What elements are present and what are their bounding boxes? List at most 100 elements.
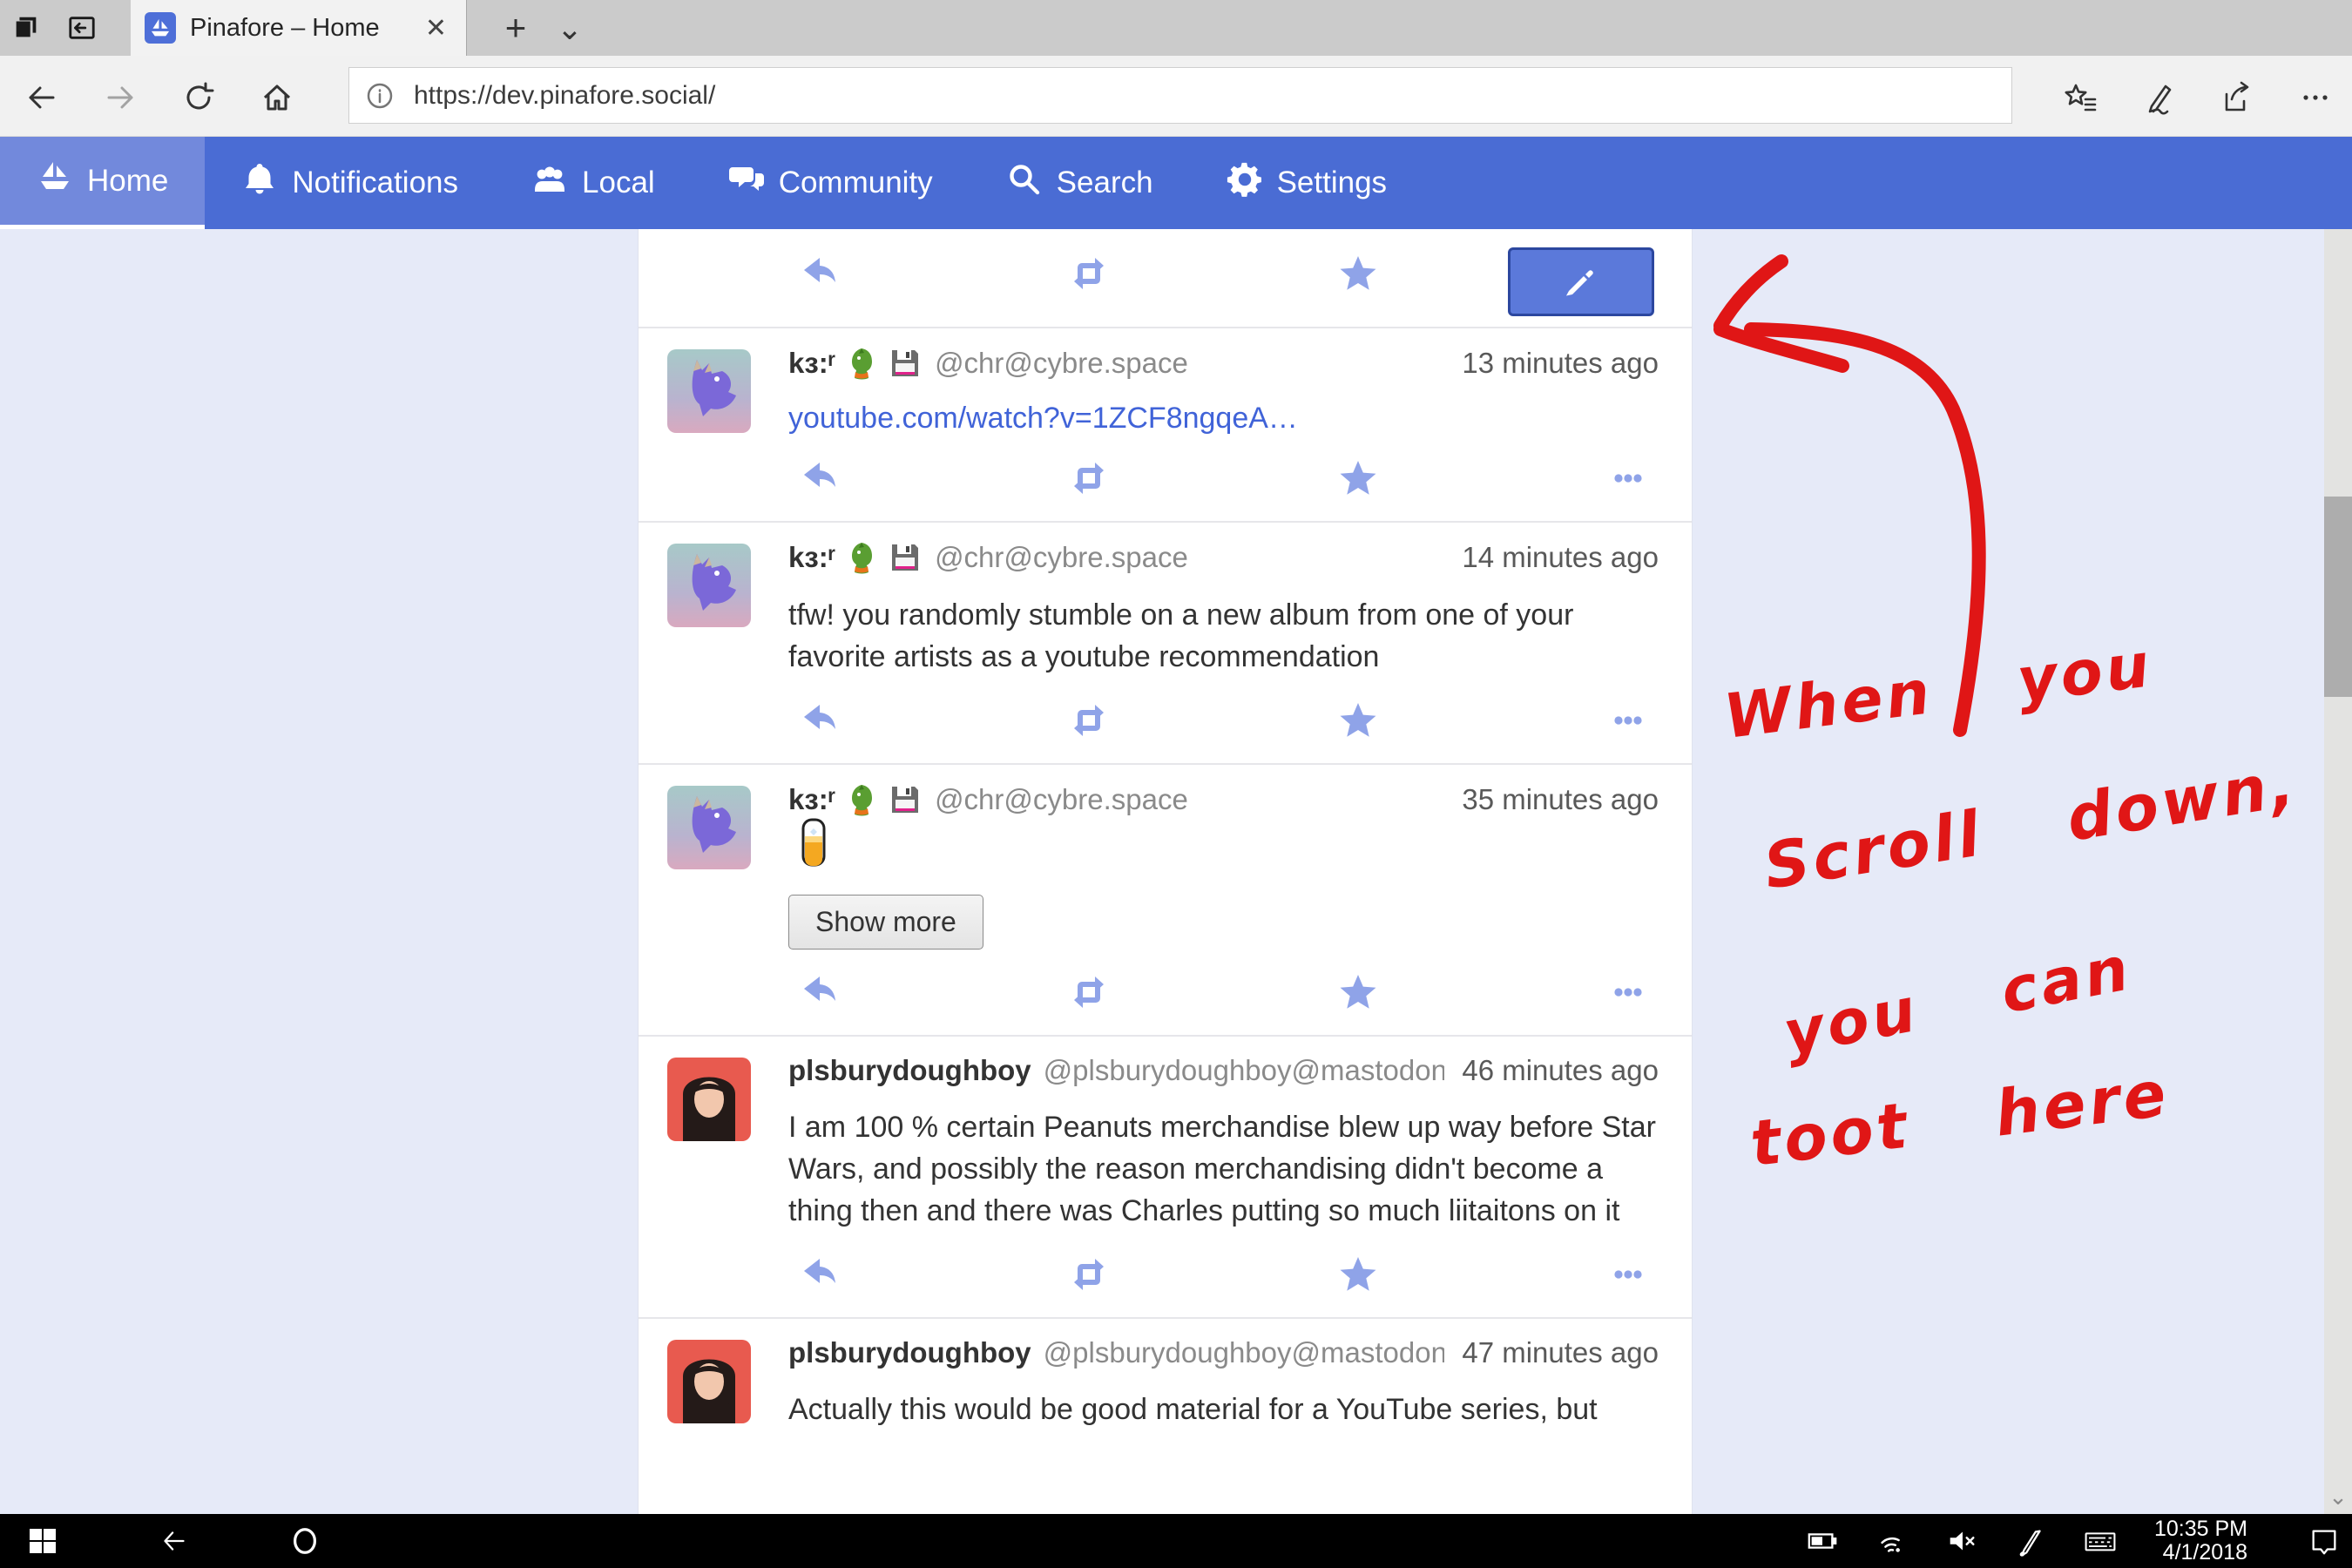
start-button[interactable] [12,1514,73,1568]
ellipsis-button[interactable] [1598,458,1659,502]
display-name[interactable]: kз:ʳ [788,347,835,380]
boost-button[interactable] [1058,253,1119,297]
reply-button[interactable] [788,700,849,744]
ellipsis-button[interactable] [1598,972,1659,1016]
touch-keyboard-icon[interactable] [2072,1514,2129,1568]
new-tab-button[interactable]: + [493,7,538,49]
reply-icon [799,700,839,745]
gear-icon [1227,161,1263,206]
web-note-pen-icon[interactable] [2138,77,2180,118]
battery-icon[interactable] [1796,1514,1848,1568]
volume-muted-icon[interactable] [1936,1514,1988,1568]
account-handle[interactable]: @plsburydoughboy@mastodon.s… [1044,1054,1445,1087]
share-icon[interactable] [2216,77,2258,118]
display-name[interactable]: kз:ʳ [788,783,835,816]
ellipsis-button[interactable] [1598,1254,1659,1298]
url-text: https://dev.pinafore.social/ [414,81,715,111]
ellipsis-button[interactable] [1598,700,1659,744]
back-icon[interactable] [21,77,63,118]
toot-link[interactable]: youtube.com/watch?v=1ZCF8ngqeA… [788,402,1298,436]
ellipsis-icon [1608,1254,1648,1299]
wifi-icon[interactable] [1866,1514,1918,1568]
browser-scrollbar[interactable]: ⌄ [2324,229,2352,1514]
nav-item-home[interactable]: Home [0,137,205,229]
tab-preview-chevron-icon[interactable]: ⌄ [547,10,592,47]
avatar[interactable] [667,1340,751,1423]
timestamp[interactable]: 13 minutes ago [1444,347,1659,380]
pinafore-navbar: Home NotificationsLocal Community Search Set… [0,137,2352,229]
browser-tab[interactable]: Pinafore – Home ✕ [131,0,467,56]
timestamp[interactable]: 14 minutes ago [1444,541,1659,574]
chat-bubbles-icon [728,161,765,206]
forward-icon[interactable] [99,77,141,118]
star-button[interactable] [1328,700,1389,744]
avatar[interactable] [667,349,751,433]
display-name[interactable]: plsburydoughboy [788,1336,1031,1369]
timestamp[interactable]: 35 minutes ago [1444,783,1659,816]
tab-close-icon[interactable]: ✕ [420,13,452,44]
address-bar[interactable]: https://dev.pinafore.social/ [348,67,2012,124]
avatar[interactable] [667,544,751,627]
nav-item-label: Community [779,166,933,200]
cortana-icon[interactable] [274,1514,335,1568]
account-handle[interactable]: @chr@cybre.space [935,783,1188,816]
nav-item-label: Home [87,164,168,199]
home-icon[interactable] [256,77,298,118]
reply-icon [799,458,839,503]
scrollbar-thumb[interactable] [2324,497,2352,697]
nav-item-label: Search [1057,166,1153,200]
boost-button[interactable] [1058,458,1119,502]
pen-icon[interactable] [2005,1514,2058,1568]
more-options-icon[interactable] [2295,77,2336,118]
display-name[interactable]: kз:ʳ [788,541,835,574]
reply-button[interactable] [788,458,849,502]
nav-item-search[interactable]: Search [970,137,1190,229]
toot-text: tfw! you randomly stumble on a new album… [788,594,1659,678]
boost-icon [1069,700,1109,745]
boost-button[interactable] [1058,700,1119,744]
toot: kз:ʳ @chr@cybre.space 13 minutes ago you… [639,327,1692,521]
nav-item-notifications[interactable]: Notifications [205,137,495,229]
tabs-set-aside-icon[interactable] [63,10,101,45]
home-timeline: kз:ʳ @chr@cybre.space 13 minutes ago you… [638,229,1693,1514]
nav-item-community[interactable]: Community [692,137,970,229]
boost-icon [1069,253,1109,298]
boost-icon [1069,458,1109,503]
account-handle[interactable]: @chr@cybre.space [935,347,1188,380]
site-info-icon[interactable] [365,81,395,111]
refresh-icon[interactable] [178,77,220,118]
timestamp[interactable]: 46 minutes ago [1444,1054,1659,1087]
account-handle[interactable]: @plsburydoughboy@mastodon.s… [1044,1336,1445,1369]
scrollbar-down-icon[interactable]: ⌄ [2326,1488,2350,1505]
compose-toot-button[interactable] [1508,247,1654,316]
star-button[interactable] [1328,972,1389,1016]
boost-button[interactable] [1058,972,1119,1016]
reply-button[interactable] [788,972,849,1016]
show-more-button[interactable]: Show more [788,895,983,950]
toot: plsburydoughboy @plsburydoughboy@mastodo… [639,1317,1692,1444]
taskbar-clock[interactable]: 10:35 PM 4/1/2018 [2154,1517,2247,1565]
avatar[interactable] [667,786,751,869]
floppy-disk-emoji [888,540,923,575]
taskbar-back-icon[interactable] [144,1514,205,1568]
boost-button[interactable] [1058,1254,1119,1298]
nav-item-local[interactable]: Local [495,137,692,229]
avatar[interactable] [667,1058,751,1141]
star-button[interactable] [1328,1254,1389,1298]
tab-previews-icon[interactable] [7,10,45,45]
beer-emoji [788,856,839,871]
star-button[interactable] [1328,458,1389,502]
display-name[interactable]: plsburydoughboy [788,1054,1031,1087]
account-handle[interactable]: @chr@cybre.space [935,541,1188,574]
reply-button[interactable] [788,253,849,297]
timestamp[interactable]: 47 minutes ago [1444,1336,1659,1369]
nav-item-settings[interactable]: Settings [1190,137,1423,229]
favorites-hub-icon[interactable] [2059,77,2101,118]
star-button[interactable] [1328,253,1389,297]
ellipsis-icon [1608,458,1648,503]
search-icon [1006,161,1043,206]
toot-actions [788,458,1659,502]
action-center-icon[interactable] [2298,1514,2350,1568]
taskbar-date: 4/1/2018 [2154,1541,2247,1565]
reply-button[interactable] [788,1254,849,1298]
